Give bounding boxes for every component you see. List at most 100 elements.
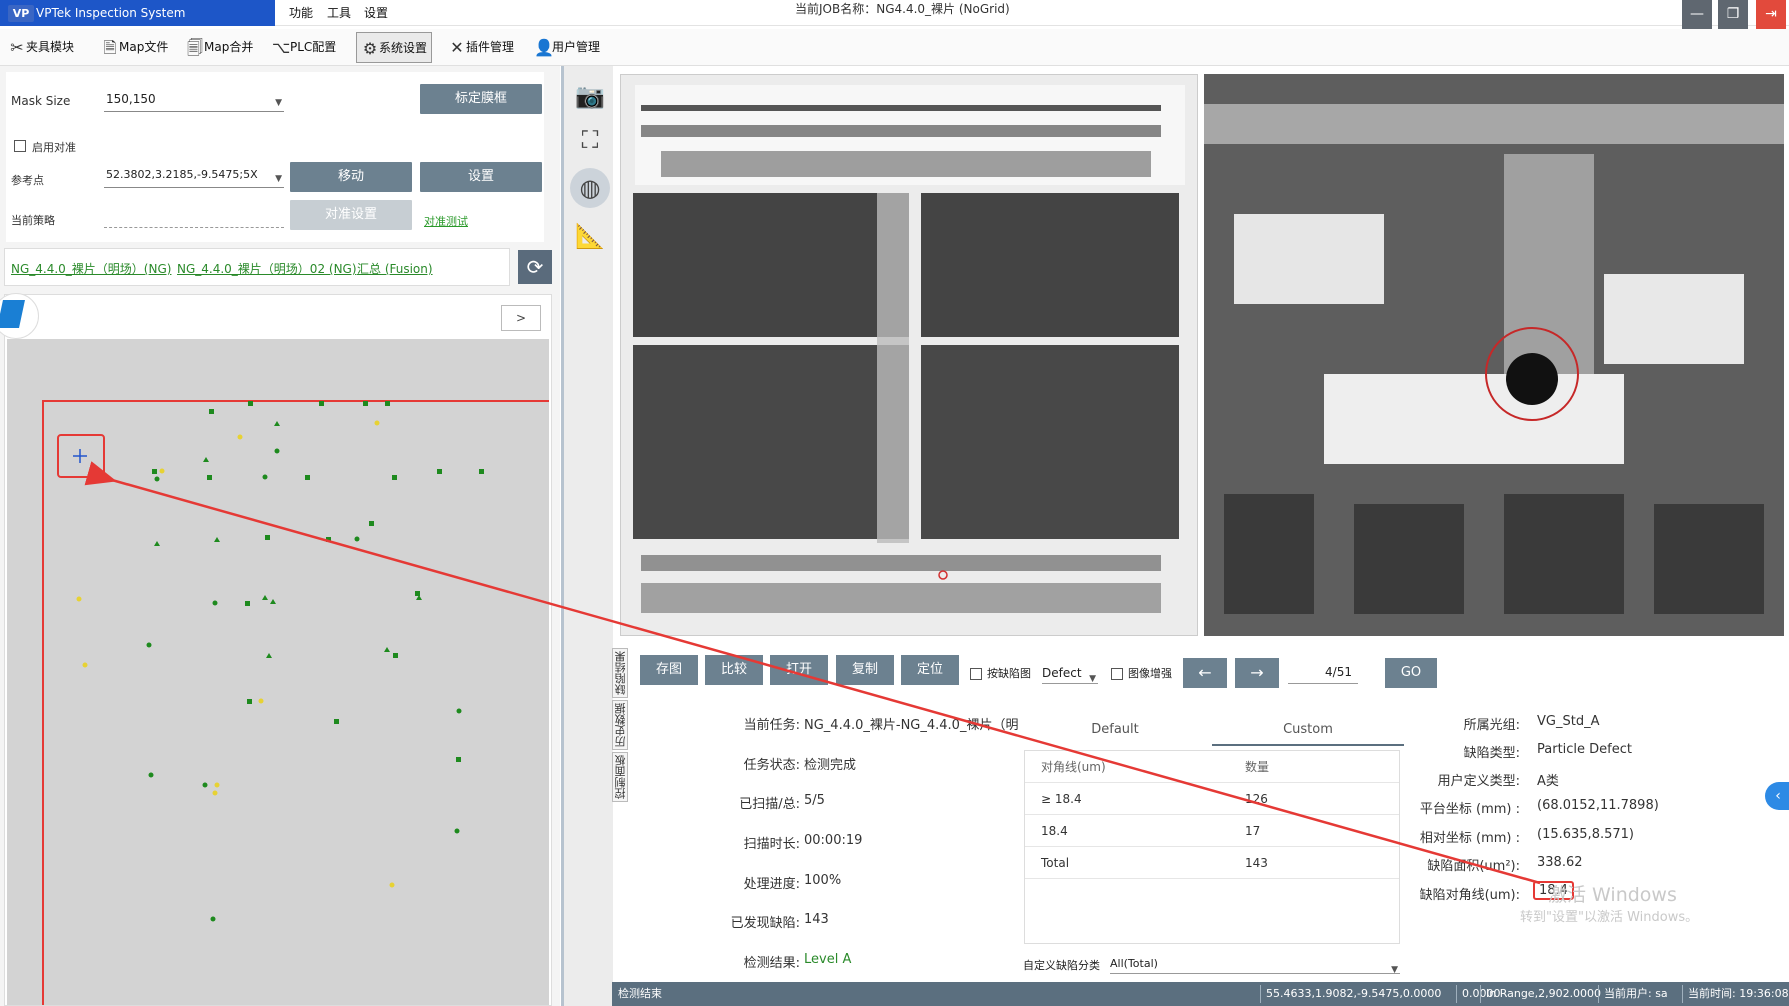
map-tab-fusion[interactable]: 汇总 (Fusion)	[357, 260, 433, 277]
tab-default[interactable]: Default	[1020, 714, 1210, 746]
defect-zoom	[1204, 74, 1784, 636]
defect-marker	[274, 421, 280, 426]
wafer-map-panel: >	[0, 293, 554, 1006]
menu-settings[interactable]: 设置	[364, 0, 388, 26]
defect-marker	[479, 469, 484, 474]
align-test-link[interactable]: 对准测试	[424, 213, 468, 229]
align-setting-button[interactable]: 对准设置	[290, 200, 412, 230]
defect-zoom-image[interactable]	[1204, 74, 1784, 636]
toolbar-label: Map文件	[119, 40, 169, 54]
mask-size-select[interactable]: 150,150 ▼	[104, 88, 284, 112]
defect-marker	[265, 535, 270, 540]
circuit-row	[641, 583, 1161, 613]
maximize-button[interactable]: ❐	[1718, 0, 1748, 29]
cell-diagonal: 18.4	[1041, 824, 1068, 838]
next-defect-button[interactable]: →	[1235, 658, 1279, 688]
ref-point-select[interactable]: 52.3802,3.2185,-9.5475;5X ▼	[104, 164, 284, 188]
prev-defect-button[interactable]: ←	[1183, 658, 1227, 688]
toolbar-fixture[interactable]: ✂ 夹具模块	[4, 32, 78, 63]
user-type-label: 用户定义类型:	[1437, 774, 1520, 789]
wafer-map[interactable]	[7, 339, 554, 1006]
custom-class-label: 自定义缺陷分类	[1023, 959, 1100, 972]
defect-marker	[454, 828, 460, 834]
toolbar-label: PLC配置	[290, 40, 337, 54]
map-next-button[interactable]: >	[501, 305, 541, 331]
defect-area-value: 338.62	[1537, 855, 1583, 870]
defect-marker	[248, 401, 253, 406]
scanned-value: 5/5	[804, 793, 825, 808]
go-button[interactable]: GO	[1385, 658, 1437, 688]
toolbar-map-file[interactable]: 🗎 Map文件	[97, 32, 172, 63]
enhance-checkbox[interactable]	[1111, 668, 1123, 680]
menu-tools[interactable]: 工具	[327, 0, 351, 26]
defect-diagonal-label: 缺陷对角线(um):	[1419, 888, 1520, 903]
toolbar-system-settings[interactable]: ⚙ 系统设置	[356, 32, 433, 63]
camera-button[interactable]: 📷	[570, 76, 610, 116]
defect-area-label: 缺陷面积(um²):	[1427, 859, 1520, 874]
by-defect-checkbox[interactable]	[970, 668, 982, 680]
wafer-view-button[interactable]: ◍	[570, 168, 610, 208]
task-label: 当前任务:	[743, 718, 800, 733]
cell-count: 17	[1245, 824, 1261, 838]
map-tab-ng1[interactable]: NG_4.4.0_裸片（明场）(NG)	[11, 260, 171, 277]
menu-function[interactable]: 功能	[289, 0, 313, 26]
flow-icon: ⌥	[272, 38, 291, 57]
fit-image-icon: ⛶	[581, 126, 599, 154]
die-quadrant	[633, 345, 909, 539]
measure-button[interactable]: 📐	[570, 216, 610, 256]
enable-align-checkbox[interactable]	[14, 140, 26, 152]
relative-coord-label: 相对坐标 (mm) :	[1419, 831, 1520, 846]
ruler-icon: 📐	[575, 222, 605, 250]
chevron-down-icon: ▼	[275, 174, 282, 184]
save-image-button[interactable]: 存图	[640, 655, 698, 685]
toolbar-users[interactable]: 👤用户管理	[530, 32, 604, 63]
brand-logo	[0, 293, 39, 339]
tab-defect-result[interactable]: 缺陷结果	[612, 648, 628, 698]
side-panel-toggle[interactable]: ‹	[1765, 782, 1789, 810]
image-tool-strip: 📷 ⛶ ◍ 📐	[561, 66, 613, 1006]
defect-marker	[214, 537, 220, 542]
custom-class-value: All(Total)	[1110, 957, 1158, 970]
calib-frame-button[interactable]: 标定膜框	[420, 84, 542, 114]
enhance-label: 图像增强	[1128, 667, 1172, 680]
set-button[interactable]: 设置	[420, 162, 542, 192]
refresh-button[interactable]: ⟳	[518, 250, 552, 284]
defect-marker	[209, 409, 214, 414]
result-value: Level A	[804, 952, 852, 967]
defect-type-select[interactable]: Defect ▼	[1042, 662, 1098, 684]
fit-image-button[interactable]: ⛶	[570, 120, 610, 160]
stage-coord-label: 平台坐标 (mm) :	[1419, 802, 1520, 817]
toolbar-plc-config[interactable]: ⌥PLC配置	[268, 32, 340, 63]
custom-class-select[interactable]: All(Total) ▼	[1110, 954, 1400, 975]
defect-marker	[393, 653, 398, 658]
defect-marker	[270, 599, 276, 604]
map-tab-ng2[interactable]: NG_4.4.0_裸片（明场）02 (NG)	[177, 260, 357, 277]
move-button[interactable]: 移动	[290, 162, 412, 192]
tab-history[interactable]: 历史数据	[612, 700, 628, 750]
arrow-right-icon: →	[1250, 663, 1264, 682]
defect-marker	[212, 600, 218, 606]
strategy-field[interactable]	[104, 204, 284, 228]
gear-icon: ⚙	[362, 39, 378, 58]
wafer-map-plot	[42, 400, 554, 1006]
tools-icon: ✕	[450, 38, 464, 57]
duration-label: 扫描时长:	[743, 837, 800, 852]
by-defect-label: 按缺陷图	[987, 667, 1031, 680]
copy-button[interactable]: 复制	[836, 655, 894, 685]
die-overview-image[interactable]	[620, 74, 1198, 636]
toolbar-map-merge[interactable]: 🗐Map合并	[182, 32, 257, 63]
toolbar-plugins[interactable]: ✕ 插件管理	[444, 32, 518, 63]
minimize-button[interactable]: —	[1682, 0, 1712, 29]
circuit-row	[641, 555, 1161, 571]
strategy-label: 当前策略	[11, 214, 55, 227]
defect-marker	[266, 653, 272, 658]
defect-marker	[456, 757, 461, 762]
page-indicator[interactable]: 4/51	[1288, 660, 1358, 684]
compare-button[interactable]: 比较	[705, 655, 763, 685]
chevron-down-icon: ▼	[275, 98, 282, 108]
close-button[interactable]: ⇥	[1756, 0, 1786, 29]
tab-control-panel[interactable]: 控制面板	[612, 752, 628, 802]
defect-marker	[207, 475, 212, 480]
open-button[interactable]: 打开	[770, 655, 828, 685]
locate-button[interactable]: 定位	[901, 655, 959, 685]
